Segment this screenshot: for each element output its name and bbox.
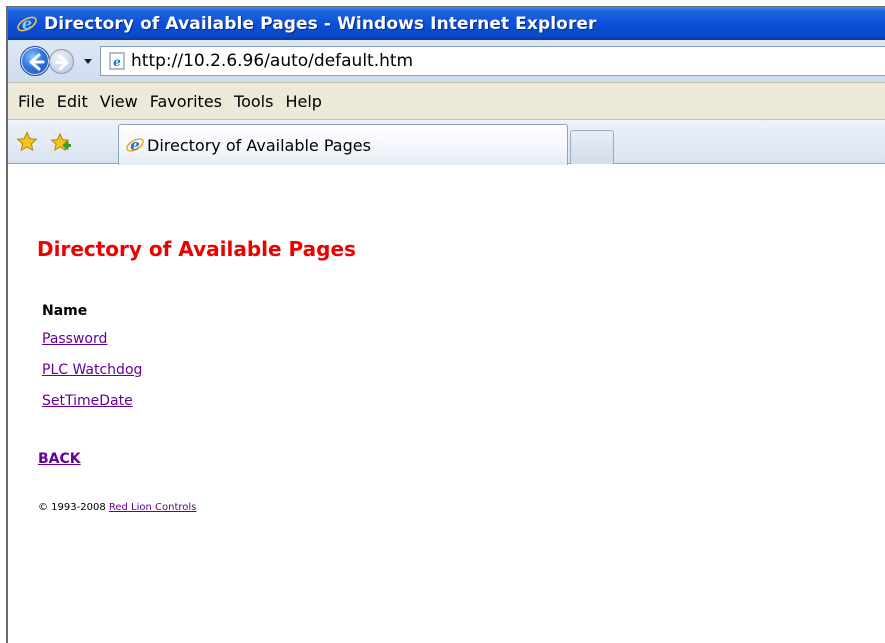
forward-arrow-icon bbox=[55, 54, 69, 71]
page-icon: e bbox=[107, 51, 127, 71]
menu-view[interactable]: View bbox=[94, 90, 144, 113]
page-heading: Directory of Available Pages bbox=[37, 237, 356, 261]
column-header-name: Name bbox=[42, 303, 88, 319]
back-button[interactable] bbox=[20, 46, 50, 76]
tab-label: Directory of Available Pages bbox=[147, 135, 371, 155]
window-title: Directory of Available Pages - Windows I… bbox=[44, 13, 597, 34]
recent-pages-dropdown-icon[interactable] bbox=[81, 53, 95, 67]
footer-company-link[interactable]: Red Lion Controls bbox=[109, 502, 197, 513]
browser-window: e Directory of Available Pages - Windows… bbox=[6, 6, 885, 643]
link-settimedate[interactable]: SetTimeDate bbox=[42, 393, 133, 409]
menu-help[interactable]: Help bbox=[279, 90, 327, 113]
page-content: Directory of Available Pages Name Passwo… bbox=[8, 165, 885, 643]
new-tab-button[interactable] bbox=[570, 130, 614, 164]
menu-favorites[interactable]: Favorites bbox=[144, 90, 228, 113]
title-bar: e Directory of Available Pages - Windows… bbox=[8, 7, 885, 40]
address-url[interactable]: http://10.2.6.96/auto/default.htm bbox=[131, 51, 413, 71]
internet-explorer-icon: e bbox=[16, 13, 38, 35]
favorites-star-icon[interactable] bbox=[16, 131, 38, 153]
tab-directory[interactable]: e Directory of Available Pages bbox=[118, 124, 568, 165]
add-to-favorites-icon[interactable] bbox=[50, 132, 72, 154]
address-bar[interactable]: e http://10.2.6.96/auto/default.htm bbox=[100, 46, 885, 76]
link-password[interactable]: Password bbox=[42, 331, 107, 347]
navigation-bar: e http://10.2.6.96/auto/default.htm bbox=[8, 40, 885, 82]
internet-explorer-icon: e bbox=[125, 135, 145, 155]
menu-bar: File Edit View Favorites Tools Help bbox=[8, 82, 885, 120]
svg-text:e: e bbox=[113, 55, 121, 69]
back-arrow-icon bbox=[29, 53, 45, 71]
tab-bar: e Directory of Available Pages bbox=[8, 120, 885, 165]
menu-file[interactable]: File bbox=[12, 90, 51, 113]
footer: © 1993-2008 Red Lion Controls bbox=[38, 502, 196, 513]
menu-tools[interactable]: Tools bbox=[228, 90, 279, 113]
menu-edit[interactable]: Edit bbox=[51, 90, 94, 113]
svg-text:e: e bbox=[22, 14, 32, 33]
back-link[interactable]: BACK bbox=[38, 451, 81, 467]
footer-copyright: © 1993-2008 bbox=[38, 502, 109, 513]
forward-button[interactable] bbox=[49, 49, 74, 74]
link-plc-watchdog[interactable]: PLC Watchdog bbox=[42, 362, 142, 378]
svg-text:e: e bbox=[130, 136, 140, 154]
